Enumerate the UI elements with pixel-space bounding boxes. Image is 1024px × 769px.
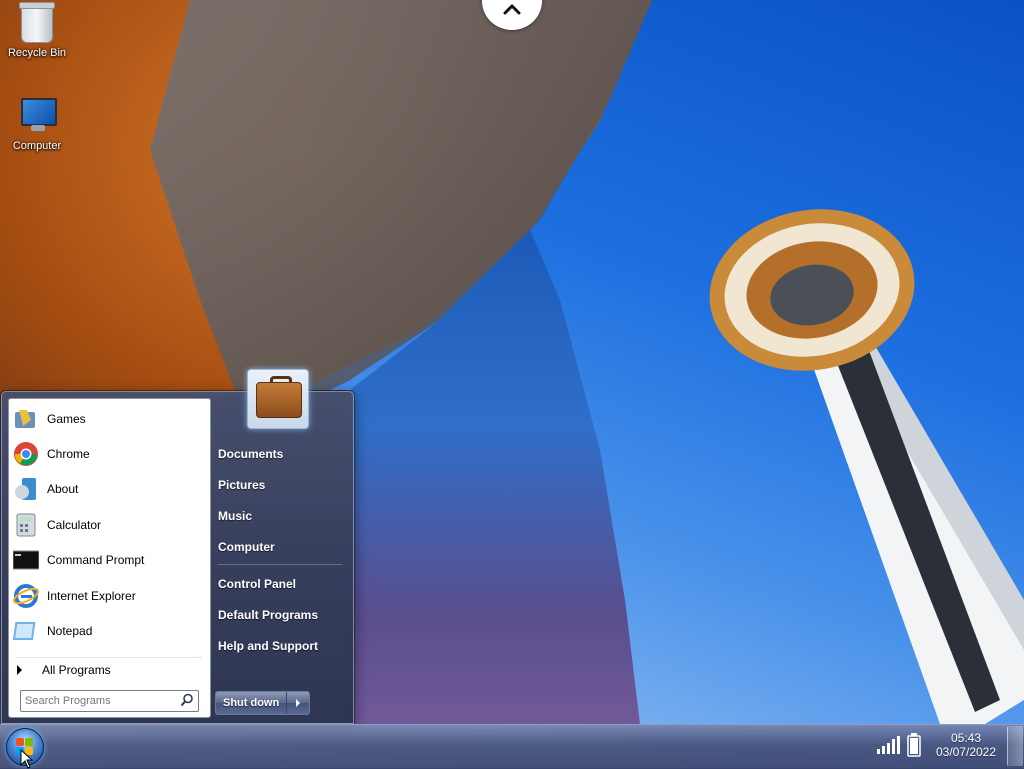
- start-link-computer[interactable]: Computer: [218, 537, 275, 557]
- all-programs-button[interactable]: All Programs: [13, 661, 203, 679]
- program-label: Chrome: [47, 447, 90, 461]
- start-link-help-and-support[interactable]: Help and Support: [218, 636, 318, 656]
- program-label: Notepad: [47, 624, 93, 638]
- start-link-music[interactable]: Music: [218, 506, 252, 526]
- internet-explorer-icon: [13, 583, 39, 609]
- search-programs-box[interactable]: [20, 690, 199, 712]
- shutdown-options-button[interactable]: [287, 692, 309, 714]
- shutdown-button-group: Shut down: [215, 691, 311, 715]
- program-label: Command Prompt: [47, 553, 145, 567]
- games-icon: [13, 406, 39, 432]
- all-programs-label: All Programs: [42, 663, 111, 677]
- show-desktop-button[interactable]: [1007, 726, 1023, 766]
- program-item-games[interactable]: Games: [13, 403, 203, 435]
- start-link-pictures[interactable]: Pictures: [218, 475, 265, 495]
- notepad-icon: [12, 618, 39, 644]
- program-item-notepad[interactable]: Notepad: [12, 615, 203, 647]
- battery-icon[interactable]: [907, 733, 921, 757]
- network-signal-icon[interactable]: [876, 735, 900, 755]
- mouse-cursor-icon: [20, 749, 34, 769]
- start-menu-programs-pane: Games Chrome About Calculator Command Pr…: [8, 398, 211, 718]
- computer-icon: [17, 96, 57, 136]
- desktop-icon-recycle-bin[interactable]: Recycle Bin: [1, 2, 73, 59]
- program-label: Games: [47, 412, 86, 426]
- arrow-right-icon: [17, 665, 22, 675]
- right-pane-divider: [218, 564, 342, 565]
- program-item-chrome[interactable]: Chrome: [13, 438, 203, 470]
- start-link-documents[interactable]: Documents: [218, 444, 283, 464]
- start-link-default-programs[interactable]: Default Programs: [218, 605, 318, 625]
- briefcase-icon: [256, 382, 302, 418]
- clock-date: 03/07/2022: [935, 745, 997, 759]
- command-prompt-icon: [12, 547, 40, 573]
- search-icon[interactable]: [180, 693, 194, 707]
- program-item-internet-explorer[interactable]: Internet Explorer: [13, 580, 203, 612]
- desktop-icon-label: Recycle Bin: [7, 47, 67, 59]
- start-menu: Games Chrome About Calculator Command Pr…: [1, 369, 354, 724]
- taskbar-clock[interactable]: 05:43 03/07/2022: [928, 731, 1004, 759]
- about-icon: [13, 476, 39, 502]
- desktop-icon-computer[interactable]: Computer: [1, 96, 73, 152]
- program-item-about[interactable]: About: [13, 473, 203, 505]
- user-picture[interactable]: [247, 369, 309, 429]
- search-programs-input[interactable]: [21, 695, 175, 707]
- calculator-icon: [13, 512, 39, 538]
- program-label: Internet Explorer: [47, 589, 136, 603]
- taskbar: [0, 724, 1024, 769]
- program-item-command-prompt[interactable]: Command Prompt: [12, 544, 203, 576]
- recycle-bin-icon: [19, 2, 55, 43]
- desktop-icon-label: Computer: [12, 140, 62, 152]
- start-link-control-panel[interactable]: Control Panel: [218, 574, 296, 594]
- program-item-calculator[interactable]: Calculator: [13, 509, 203, 541]
- programs-divider: [15, 657, 202, 658]
- program-label: About: [47, 482, 79, 496]
- shutdown-button[interactable]: Shut down: [216, 692, 288, 714]
- clock-time: 05:43: [950, 731, 982, 745]
- arrow-right-icon: [296, 699, 301, 707]
- program-label: Calculator: [47, 518, 102, 532]
- chrome-icon: [13, 441, 39, 467]
- chevron-up-icon: [503, 4, 521, 15]
